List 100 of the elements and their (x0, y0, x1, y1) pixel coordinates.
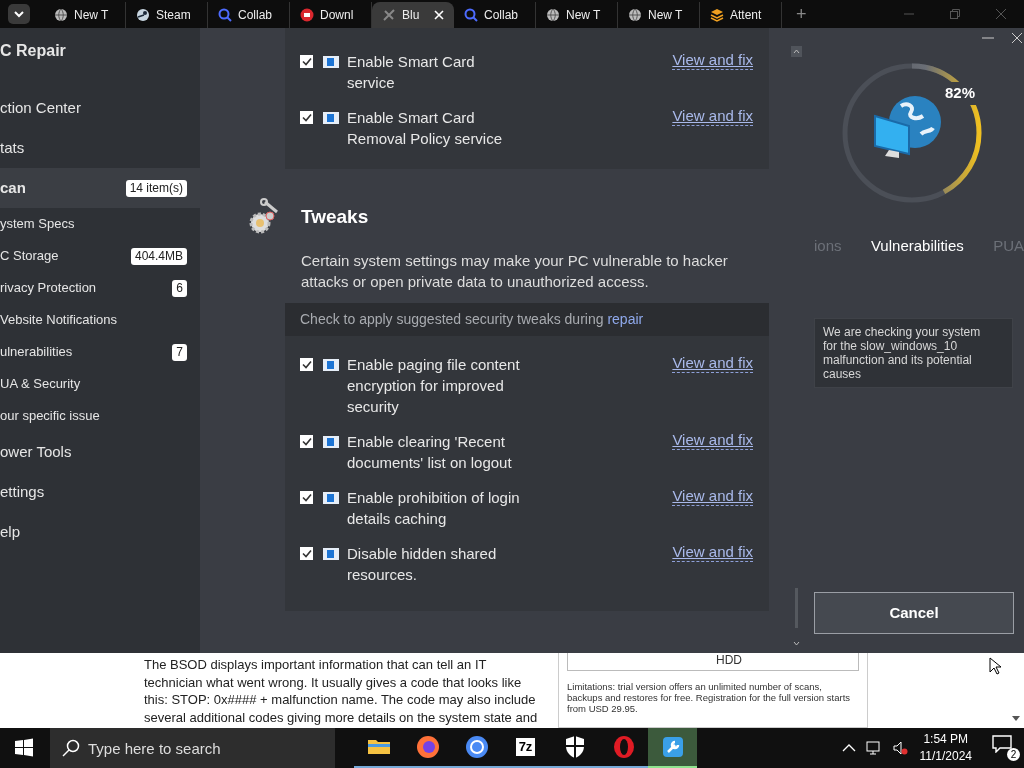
count-badge: 14 item(s) (125, 179, 187, 197)
shield-icon (323, 491, 339, 505)
clock-time: 1:54 PM (922, 731, 970, 748)
scroll-down-icon[interactable] (1012, 716, 1020, 722)
tab-title: New T (74, 7, 109, 24)
network-icon[interactable] (865, 740, 882, 756)
sidebar-label: ettings (0, 481, 45, 502)
sidebar-item[interactable]: ulnerabilities 7 (0, 336, 200, 368)
sidebar-label: tats (0, 137, 25, 158)
archive-icon: 7z (515, 738, 536, 756)
sidebar-item[interactable]: can 14 item(s) (0, 168, 200, 208)
view-fix-link[interactable]: View and fix (672, 354, 753, 373)
status-message: We are checking your system for the slow_windows_10 malfunction and its potential causes (814, 317, 1013, 388)
sidebar-label: Vebsite Notifications (0, 311, 118, 330)
globe-icon (628, 8, 642, 22)
checkbox[interactable] (300, 111, 313, 124)
checkbox[interactable] (300, 491, 313, 504)
search-icon (464, 8, 478, 22)
sidebar-label: ystem Specs (0, 215, 75, 234)
sidebar-item[interactable]: ction Center (0, 88, 200, 128)
item-label: Enable paging file content encryption for improved security (347, 355, 521, 417)
hint-text: Check to apply suggested security tweaks during repair (285, 303, 769, 336)
section-title: Tweaks (301, 204, 369, 229)
sidebar-label: rivacy Protection (0, 279, 97, 298)
sidebar-item[interactable]: tats (0, 128, 200, 168)
sidebar-label: C Storage (0, 247, 59, 266)
view-fix-link[interactable]: View and fix (672, 107, 753, 126)
app-title: C Repair (0, 41, 67, 61)
firefox-icon (414, 734, 441, 760)
table-cell: HDD (567, 653, 859, 671)
mega-logo-icon (300, 8, 314, 22)
tab-list-button[interactable] (8, 4, 30, 24)
chevron-up-icon[interactable] (841, 743, 856, 753)
sidebar-item[interactable]: ystem Specs (0, 208, 200, 240)
view-fix-link[interactable]: View and fix (672, 543, 753, 562)
tab-title: New T (648, 7, 683, 24)
steam-icon (136, 8, 150, 22)
sidebar-label: elp (0, 521, 21, 542)
search-icon (62, 739, 80, 757)
tab-title: Attent (730, 7, 762, 24)
message-icon (992, 735, 1012, 753)
globe-icon (54, 8, 68, 22)
count-badge: 6 (172, 279, 187, 297)
stage-label: Vulnerabilities (870, 236, 964, 256)
article-paragraph: The BSOD displays important information that can tell an IT technician what went wrong. It usually gives a code that looks like this: STOP: 0x#### + malfunction name. The code may also include several additional codes giving more details on the system state and (144, 656, 539, 727)
notification-count: 2 (1007, 748, 1020, 761)
volume-muted-icon[interactable] (891, 740, 908, 756)
sidebar-label: UA & Security (0, 375, 81, 394)
view-fix-link[interactable]: View and fix (672, 431, 753, 450)
sidebar-item[interactable]: Vebsite Notifications (0, 304, 200, 336)
sidebar-item[interactable]: ower Tools (0, 432, 200, 472)
item-label: Enable prohibition of login details caching (347, 488, 521, 529)
notification-button[interactable]: 2 (992, 735, 1018, 761)
tab-title: Downl (320, 7, 354, 24)
sidebar-label: can (0, 177, 26, 198)
sidebar-item[interactable]: ettings (0, 472, 200, 512)
sidebar-item[interactable]: UA & Security (0, 368, 200, 400)
view-fix-link[interactable]: View and fix (672, 487, 753, 506)
checkbox[interactable] (300, 358, 313, 371)
tab-title: Collab (238, 7, 273, 24)
browser-tab[interactable]: Blu (372, 2, 454, 28)
cursor-icon (989, 657, 1001, 675)
new-tab-button[interactable]: + (796, 0, 807, 28)
limitations-note: Limitations: trial version offers an unlimited number of scans, backups and restores for free. Registration for the full version starts from USD 29.95. (567, 681, 852, 714)
checkbox[interactable] (300, 435, 313, 448)
item-label: Disable hidden shared resources. (347, 544, 498, 585)
shield-icon (323, 547, 339, 561)
shield-icon (323, 358, 339, 372)
shield-icon (323, 111, 339, 125)
layers-icon (710, 8, 724, 22)
globe-icon (546, 8, 560, 22)
repair-link[interactable]: repair (607, 311, 644, 327)
checkbox[interactable] (300, 55, 313, 68)
count-badge: 7 (172, 343, 187, 361)
count-badge: 404.4MB (130, 247, 187, 265)
progress-percent: 82% (943, 82, 978, 105)
item-label: Enable Smart Card Removal Policy service (347, 108, 504, 149)
search-icon (218, 8, 232, 22)
checkbox[interactable] (300, 547, 313, 560)
cancel-button[interactable]: Cancel (814, 592, 1014, 634)
item-label: Enable clearing 'Recent documents' list on logout (347, 432, 513, 473)
sidebar-label: ction Center (0, 97, 81, 118)
sidebar-item[interactable]: our specific issue (0, 400, 200, 432)
taskbar-app[interactable]: 7z (501, 728, 550, 768)
scroll-up-icon[interactable] (790, 46, 802, 57)
section-description: Certain system settings may make your PC vulnerable to hacker attacks or open private data to unauthorized access. (301, 251, 729, 292)
search-field[interactable]: Type here to search (50, 728, 335, 768)
sidebar-label: ower Tools (0, 441, 72, 462)
shield-icon (323, 435, 339, 449)
item-label: Enable Smart Card service (347, 52, 476, 93)
taskbar-app[interactable] (648, 728, 697, 768)
sidebar-item[interactable]: rivacy Protection 6 (0, 272, 200, 304)
restore-icon[interactable] (950, 9, 960, 19)
shield-icon (323, 55, 339, 69)
sidebar-item[interactable]: elp (0, 512, 200, 552)
tab-title: Blu (402, 7, 420, 24)
view-fix-link[interactable]: View and fix (672, 51, 753, 70)
tab-title: New T (566, 7, 601, 24)
sidebar-item[interactable]: C Storage 404.4MB (0, 240, 200, 272)
sidebar-label: our specific issue (0, 407, 100, 426)
